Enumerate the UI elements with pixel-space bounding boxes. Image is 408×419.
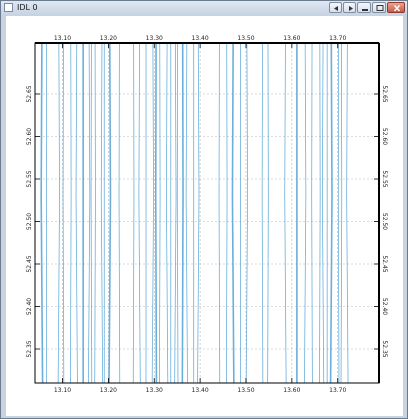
y-tick-label-left: 52.55: [26, 170, 33, 187]
minimize-icon: [362, 9, 368, 11]
y-tick-label-right: 52.60: [381, 128, 388, 145]
window-scroll-right-button[interactable]: [343, 2, 356, 13]
y-tick-label-right: 52.35: [381, 340, 388, 357]
x-tick-label-top: 13.50: [237, 35, 254, 42]
close-icon: [393, 5, 401, 12]
x-tick-label-bottom: 13.70: [329, 387, 346, 394]
window-minimize-button[interactable]: [357, 2, 371, 13]
app-icon: [4, 3, 13, 12]
x-tick-label-bottom: 13.30: [146, 387, 163, 394]
y-tick-label-left: 52.35: [26, 340, 33, 357]
y-tick-label-right: 52.55: [381, 170, 388, 187]
x-tick-label-bottom: 13.60: [283, 387, 300, 394]
y-tick-label-right: 52.65: [381, 85, 388, 102]
x-tick-label-bottom: 13.40: [192, 387, 209, 394]
window-close-button[interactable]: [387, 2, 405, 13]
idl-window: IDL 0 13.10 13.10 13.20 13.20 13.30 13.30 13.4…: [0, 0, 408, 419]
y-tick-label-left: 52.40: [26, 298, 33, 315]
x-tick-label-bottom: 13.10: [54, 387, 71, 394]
y-tick-label-left: 52.65: [26, 85, 33, 102]
arrow-right-icon: [349, 6, 353, 11]
x-tick-label-top: 13.60: [283, 35, 300, 42]
y-tick-label-right: 52.40: [381, 298, 388, 315]
y-tick-label-left: 52.45: [26, 255, 33, 272]
series-line: [154, 42, 158, 384]
x-tick-label-top: 13.70: [329, 35, 346, 42]
x-tick-label-top: 13.40: [192, 35, 209, 42]
y-tick-label-right: 52.45: [381, 255, 388, 272]
window-scroll-left-button[interactable]: [329, 2, 342, 13]
plot-canvas: 13.10 13.10 13.20 13.20 13.30 13.30 13.40 13.40…: [6, 16, 403, 416]
map-plot: 13.10 13.10 13.20 13.20 13.30 13.30 13.40 13.40…: [26, 35, 388, 394]
x-tick-label-bottom: 13.50: [237, 387, 254, 394]
x-tick-label-top: 13.30: [146, 35, 163, 42]
window-title: IDL 0: [17, 3, 38, 12]
window-maximize-button[interactable]: [372, 2, 386, 13]
x-tick-label-top: 13.20: [100, 35, 117, 42]
y-tick-label-right: 52.50: [381, 213, 388, 230]
arrow-left-icon: [334, 6, 338, 11]
series-line: [181, 42, 184, 384]
x-tick-label-top: 13.10: [54, 35, 71, 42]
x-tick-label-bottom: 13.20: [100, 387, 117, 394]
maximize-icon: [376, 5, 384, 11]
y-tick-label-left: 52.50: [26, 213, 33, 230]
title-bar[interactable]: IDL 0: [1, 1, 407, 15]
y-tick-label-left: 52.60: [26, 128, 33, 145]
